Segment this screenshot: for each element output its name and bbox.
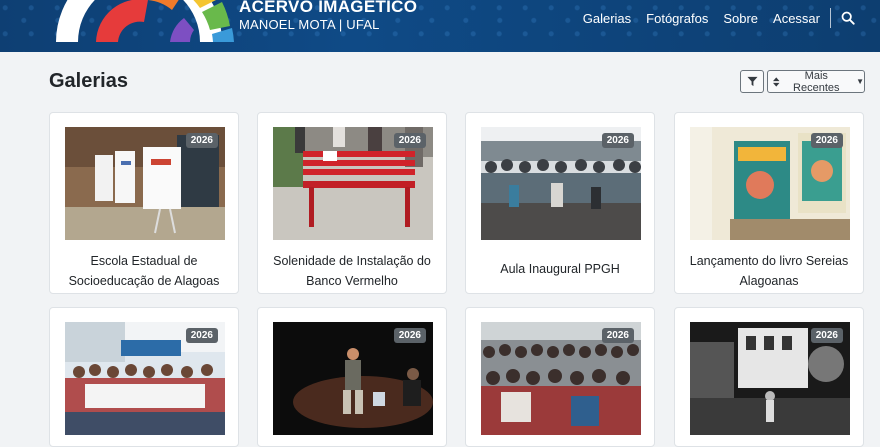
year-badge: 2026 bbox=[601, 328, 634, 343]
year-badge: 2026 bbox=[601, 133, 634, 148]
main-nav: Galerias Fotógrafos Sobre Acessar bbox=[568, 8, 855, 28]
gallery-title[interactable]: Escola Estadual de Socioeducação de Alag… bbox=[58, 251, 230, 291]
brand-title[interactable]: ACERVO IMAGÉTICO bbox=[239, 0, 417, 17]
site-header: ACERVO IMAGÉTICO MANOEL MOTA | UFAL Gale… bbox=[0, 0, 880, 52]
page-title: Galerias bbox=[49, 70, 128, 92]
chevron-down-icon: ▼ bbox=[856, 77, 864, 86]
nav-fotografos[interactable]: Fotógrafos bbox=[646, 11, 708, 26]
year-badge: 2026 bbox=[810, 133, 843, 148]
gallery-card[interactable]: 2026 bbox=[49, 307, 239, 447]
sort-icon bbox=[773, 76, 780, 87]
nav-acessar[interactable]: Acessar bbox=[773, 11, 820, 26]
gallery-card[interactable]: 2026 Lançamento do livro Sereias Alagoan… bbox=[674, 112, 864, 294]
year-badge: 2026 bbox=[810, 328, 843, 343]
gallery-card[interactable]: 2026 bbox=[257, 307, 447, 447]
year-badge: 2026 bbox=[185, 328, 218, 343]
gallery-card[interactable]: 2026 Aula Inaugural PPGH bbox=[465, 112, 655, 294]
logo-rainbow-icon[interactable] bbox=[44, 0, 234, 42]
filter-button[interactable] bbox=[740, 70, 764, 93]
gallery-title[interactable]: Solenidade de Instalação do Banco Vermel… bbox=[266, 251, 438, 291]
gallery-title[interactable]: Lançamento do livro Sereias Alagoanas bbox=[683, 251, 855, 291]
brand-subtitle[interactable]: MANOEL MOTA | UFAL bbox=[239, 17, 380, 32]
nav-sobre[interactable]: Sobre bbox=[723, 11, 758, 26]
nav-galerias[interactable]: Galerias bbox=[583, 11, 631, 26]
sort-label: Mais Recentes bbox=[793, 69, 840, 94]
search-icon[interactable] bbox=[841, 11, 855, 25]
gallery-card[interactable]: 2026 bbox=[465, 307, 655, 447]
gallery-card[interactable]: 2026 Escola Estadual de Socioeducação de… bbox=[49, 112, 239, 294]
year-badge: 2026 bbox=[393, 133, 426, 148]
year-badge: 2026 bbox=[185, 133, 218, 148]
filter-icon bbox=[746, 76, 758, 87]
year-badge: 2026 bbox=[393, 328, 426, 343]
nav-divider bbox=[830, 8, 831, 28]
gallery-card[interactable]: 2026 Solenidade de Instalação do Banco V… bbox=[257, 112, 447, 294]
gallery-card[interactable]: 2026 bbox=[674, 307, 864, 447]
sort-dropdown[interactable]: Mais Recentes ▼ bbox=[767, 69, 865, 94]
gallery-title[interactable]: Aula Inaugural PPGH bbox=[474, 259, 646, 279]
